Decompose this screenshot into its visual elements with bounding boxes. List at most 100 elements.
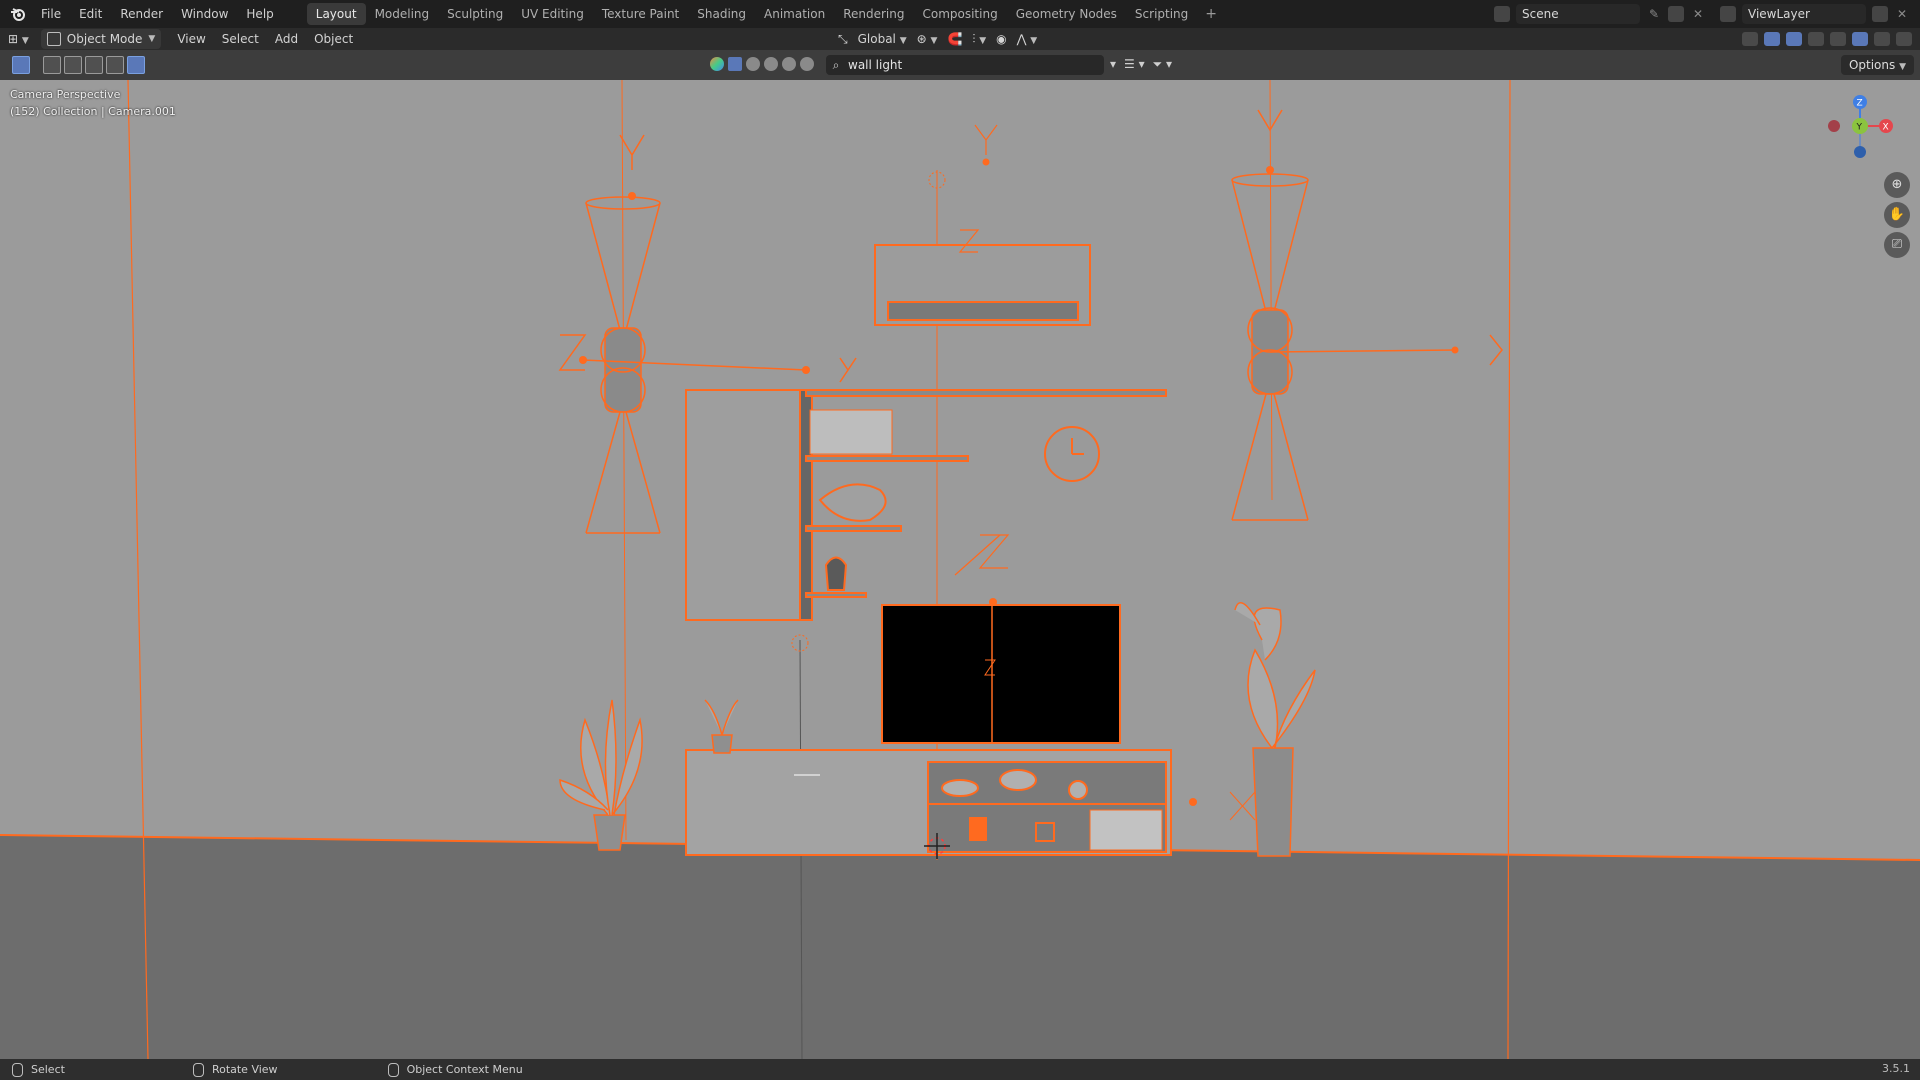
3d-viewport[interactable]: Camera Perspective (152) Collection | Ca… bbox=[0, 80, 1920, 1059]
filter-icon[interactable]: ⏷ ▾ bbox=[1153, 57, 1172, 72]
transform-orientation-icon: ⤡ bbox=[838, 31, 848, 46]
menu-add[interactable]: Add bbox=[267, 29, 306, 49]
light-line-left bbox=[621, 80, 627, 841]
menu-edit[interactable]: Edit bbox=[70, 0, 111, 28]
object-mode-icon bbox=[46, 32, 61, 46]
tab-layout[interactable]: Layout bbox=[306, 3, 366, 25]
tab-scripting[interactable]: Scripting bbox=[1126, 3, 1197, 25]
display-mode-icon[interactable]: ☰ ▾ bbox=[1124, 57, 1145, 72]
version-label: 3.5.1 bbox=[1882, 1062, 1910, 1075]
color-filter-icon[interactable] bbox=[710, 57, 724, 71]
snap-target-icon[interactable]: ⫶ ▼ bbox=[972, 32, 986, 47]
tab-compositing[interactable]: Compositing bbox=[913, 3, 1006, 25]
solid-shading-icon[interactable] bbox=[1852, 32, 1868, 46]
select-subtract-icon[interactable] bbox=[85, 56, 103, 74]
overlay-toggle-icon[interactable] bbox=[1786, 32, 1802, 46]
options-button[interactable]: Options ▼ bbox=[1840, 55, 1914, 75]
new-view-layer-icon[interactable] bbox=[1872, 6, 1888, 22]
visibility-icon[interactable] bbox=[1742, 32, 1758, 46]
status-rotate-label: Rotate View bbox=[211, 1063, 278, 1076]
pivot-point-icon[interactable]: ⊛ ▼ bbox=[917, 32, 938, 46]
view-layer-icon[interactable] bbox=[1720, 6, 1736, 22]
camera-filter-icon[interactable] bbox=[800, 57, 814, 71]
status-bar: Select Rotate View Object Context Menu 3… bbox=[0, 1059, 1920, 1080]
new-scene-icon[interactable] bbox=[1668, 6, 1684, 22]
select-extend-icon[interactable] bbox=[64, 56, 82, 74]
options-label: Options bbox=[1848, 58, 1896, 72]
mouse-left-icon bbox=[12, 1062, 23, 1077]
tab-modeling[interactable]: Modeling bbox=[366, 3, 439, 25]
material-filter-icon[interactable] bbox=[746, 57, 760, 71]
snap-icon[interactable]: 🧲 bbox=[947, 32, 962, 46]
search-input[interactable] bbox=[846, 57, 1090, 73]
xray-toggle-icon[interactable] bbox=[1808, 32, 1824, 46]
viewport-header: ⊞ ▼ Object Mode ▼ View Select Add Object… bbox=[0, 28, 1920, 50]
select-difference-icon[interactable] bbox=[106, 56, 124, 74]
tab-geometry-nodes[interactable]: Geometry Nodes bbox=[1007, 3, 1126, 25]
search-field[interactable]: ⌕ bbox=[826, 55, 1104, 75]
pin-icon[interactable]: ✎ bbox=[1646, 6, 1662, 22]
status-context-label: Object Context Menu bbox=[406, 1063, 523, 1076]
camera-view-icon[interactable]: ⎚ bbox=[1884, 232, 1910, 258]
object-type-visibility bbox=[710, 57, 814, 71]
filter-options-icon[interactable]: ▾ bbox=[1110, 57, 1116, 72]
air-conditioner bbox=[874, 124, 1091, 326]
proportional-edit-icon[interactable]: ◉ bbox=[996, 32, 1006, 46]
mode-label: Object Mode bbox=[66, 32, 143, 46]
light-filter-icon[interactable] bbox=[764, 57, 778, 71]
menu-view[interactable]: View bbox=[169, 29, 213, 49]
neg-x-axis-dot bbox=[1828, 120, 1840, 132]
menu-help[interactable]: Help bbox=[237, 0, 282, 28]
scene-render[interactable] bbox=[0, 80, 1920, 1059]
x-axis-label: X bbox=[1883, 123, 1889, 133]
close-view-layer-icon[interactable]: ✕ bbox=[1894, 6, 1910, 22]
mesh-filter-icon[interactable] bbox=[728, 57, 742, 71]
tab-animation[interactable]: Animation bbox=[755, 3, 834, 25]
menu-render[interactable]: Render bbox=[111, 0, 172, 28]
status-select: Select bbox=[12, 1062, 65, 1077]
plant-small bbox=[704, 699, 739, 754]
material-shading-icon[interactable] bbox=[1874, 32, 1890, 46]
tab-shading[interactable]: Shading bbox=[688, 3, 755, 25]
tool-header: ⌕ ▾ ☰ ▾ ⏷ ▾ Options ▼ bbox=[0, 50, 1920, 80]
close-scene-icon[interactable]: ✕ bbox=[1690, 6, 1706, 22]
menu-file[interactable]: File bbox=[32, 0, 70, 28]
menu-object[interactable]: Object bbox=[306, 29, 361, 49]
tab-uv-editing[interactable]: UV Editing bbox=[512, 3, 593, 25]
world-filter-icon[interactable] bbox=[782, 57, 796, 71]
blender-logo-icon[interactable] bbox=[10, 6, 26, 22]
plant-right bbox=[1234, 602, 1316, 857]
scene-selector[interactable]: Scene bbox=[1516, 4, 1640, 24]
wireframe-shading-icon[interactable] bbox=[1830, 32, 1846, 46]
menu-select[interactable]: Select bbox=[214, 29, 267, 49]
select-intersect-icon[interactable] bbox=[127, 56, 145, 74]
menu-window[interactable]: Window bbox=[172, 0, 237, 28]
falloff-icon[interactable]: ⋀ ▼ bbox=[1017, 32, 1038, 46]
tab-sculpting[interactable]: Sculpting bbox=[438, 3, 512, 25]
add-workspace-button[interactable]: + bbox=[1197, 6, 1225, 22]
top-bar: File Edit Render Window Help Layout Mode… bbox=[0, 0, 1920, 28]
plant-left bbox=[559, 699, 643, 851]
rendered-shading-icon[interactable] bbox=[1896, 32, 1912, 46]
editor-type-icon[interactable]: ⊞ ▼ bbox=[0, 29, 37, 49]
scene-name: Scene bbox=[1522, 7, 1559, 21]
pan-hand-icon[interactable]: ✋ bbox=[1884, 202, 1910, 228]
chevron-down-icon: ▼ bbox=[148, 34, 156, 44]
navigation-gizmo[interactable]: Z X Y bbox=[1820, 90, 1900, 180]
perspective-label: Camera Perspective bbox=[10, 88, 121, 101]
zoom-icon[interactable]: ⊕ bbox=[1884, 172, 1910, 198]
tab-texture-paint[interactable]: Texture Paint bbox=[593, 3, 688, 25]
mode-selector[interactable]: Object Mode ▼ bbox=[40, 29, 162, 49]
select-new-icon[interactable] bbox=[43, 56, 61, 74]
mouse-right-icon bbox=[387, 1062, 399, 1077]
view-layer-selector[interactable]: ViewLayer bbox=[1742, 4, 1866, 24]
wall-cabinet bbox=[685, 389, 1167, 621]
tab-rendering[interactable]: Rendering bbox=[834, 3, 913, 25]
tweak-select-icon[interactable] bbox=[12, 56, 30, 74]
transform-orientation-selector[interactable]: Global ▼ bbox=[858, 29, 907, 49]
gizmo-toggle-icon[interactable] bbox=[1764, 32, 1780, 46]
scene-icon[interactable] bbox=[1494, 6, 1510, 22]
neg-z-axis-dot bbox=[1854, 146, 1866, 158]
search-icon: ⌕ bbox=[832, 57, 840, 72]
tv-stand bbox=[685, 749, 1172, 856]
